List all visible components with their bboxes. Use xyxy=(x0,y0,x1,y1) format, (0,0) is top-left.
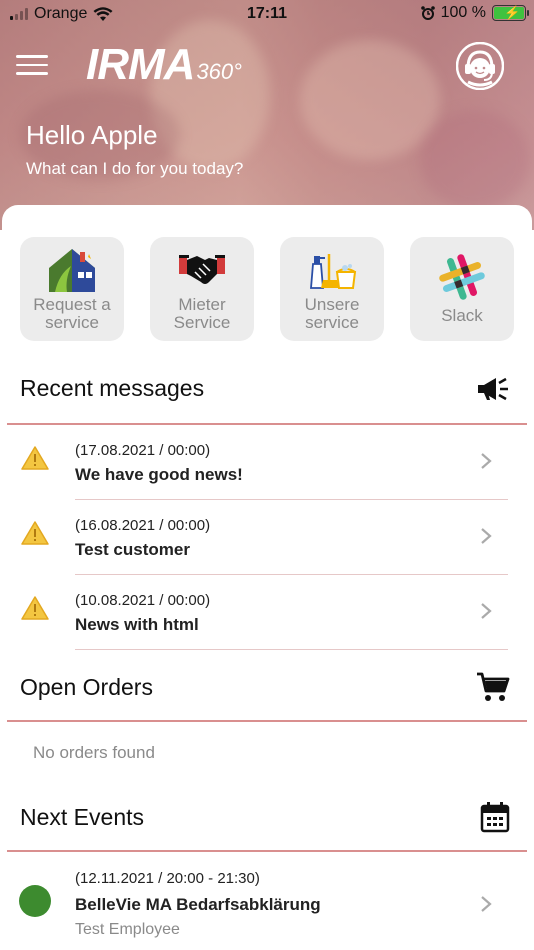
headset-icon xyxy=(455,41,505,91)
warning-icon xyxy=(21,596,49,620)
chevron-right-icon xyxy=(481,603,492,619)
megaphone-icon[interactable] xyxy=(476,376,510,402)
cleaning-icon xyxy=(310,254,357,289)
next-events-header: Next Events xyxy=(20,801,510,833)
content-card: Request a service Mieter Service Unsere … xyxy=(2,205,532,950)
message-subject: News with html xyxy=(75,615,199,634)
message-date: (17.08.2021 / 00:00) xyxy=(75,442,211,459)
open-orders-title: Open Orders xyxy=(20,673,153,700)
calendar-icon[interactable] xyxy=(480,801,510,833)
section-divider xyxy=(7,850,527,852)
tile-label: Mieter Service xyxy=(173,295,231,332)
battery-percent: 100 % xyxy=(440,4,486,21)
support-agent-button[interactable] xyxy=(455,41,505,91)
quick-actions: Request a service Mieter Service Unsere … xyxy=(20,237,514,341)
greeting-subtitle: What can I do for you today? xyxy=(26,159,244,178)
greeting: Hello Apple What can I do for you today? xyxy=(26,120,243,179)
greeting-title: Hello Apple xyxy=(26,120,158,150)
empty-orders-message: No orders found xyxy=(33,743,155,762)
handshake-icon xyxy=(179,255,225,284)
message-subject: Test customer xyxy=(75,540,190,559)
battery-icon: ⚡ xyxy=(492,5,529,21)
request-service-tile[interactable]: Request a service xyxy=(20,237,124,341)
event-date: (12.11.2021 / 20:00 - 21:30) xyxy=(75,870,260,887)
status-bar: Orange 17:11 100 % ⚡ xyxy=(0,0,534,28)
chevron-right-icon xyxy=(481,896,492,912)
event-person: Test Employee xyxy=(75,921,180,938)
unsere-service-tile[interactable]: Unsere service xyxy=(280,237,384,341)
tile-label: Unsere service xyxy=(304,295,360,332)
warning-icon xyxy=(21,446,49,470)
warning-icon xyxy=(21,521,49,545)
recent-messages-title: Recent messages xyxy=(20,375,205,401)
message-row[interactable]: (17.08.2021 / 00:00) We have good news! xyxy=(2,425,532,500)
alarm-icon xyxy=(420,6,435,20)
tile-label: Request a service xyxy=(33,295,111,332)
app-logo: IRMA360° xyxy=(86,40,242,89)
slack-tile[interactable]: Slack xyxy=(410,237,514,341)
mieter-service-tile[interactable]: Mieter Service xyxy=(150,237,254,341)
message-subject: We have good news! xyxy=(75,465,243,484)
message-row[interactable]: (16.08.2021 / 00:00) Test customer xyxy=(2,500,532,575)
chevron-right-icon xyxy=(481,528,492,544)
next-events-title: Next Events xyxy=(20,803,144,830)
recent-messages-header: Recent messages xyxy=(20,375,510,402)
event-title: BelleVie MA Bedarfsabklärung xyxy=(75,895,321,914)
row-separator xyxy=(75,649,508,650)
header-background xyxy=(0,0,534,230)
house-icon xyxy=(49,249,95,292)
message-date: (16.08.2021 / 00:00) xyxy=(75,517,211,534)
chevron-right-icon xyxy=(481,453,492,469)
slack-icon xyxy=(439,254,485,300)
message-date: (10.08.2021 / 00:00) xyxy=(75,592,211,609)
event-row[interactable]: (12.11.2021 / 20:00 - 21:30) BelleVie MA… xyxy=(2,853,532,943)
menu-button[interactable] xyxy=(16,55,48,77)
open-orders-header: Open Orders xyxy=(20,671,510,703)
cart-icon[interactable] xyxy=(476,671,510,703)
tile-label: Slack xyxy=(441,306,483,325)
message-row[interactable]: (10.08.2021 / 00:00) News with html xyxy=(2,575,532,650)
event-status-dot xyxy=(19,885,51,917)
section-divider xyxy=(7,720,527,722)
